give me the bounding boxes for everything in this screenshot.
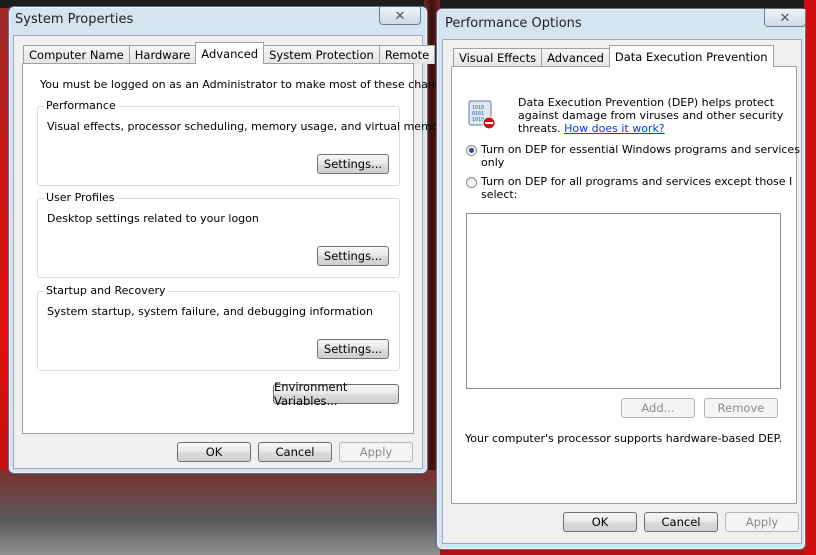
- svg-text:1010: 1010: [472, 117, 484, 123]
- user-profiles-settings-button[interactable]: Settings...: [317, 246, 389, 266]
- tab-system-protection[interactable]: System Protection: [263, 45, 380, 64]
- startup-recovery-label: Startup and Recovery: [44, 284, 168, 297]
- close-icon: ✕: [779, 9, 791, 25]
- tab-advanced[interactable]: Advanced: [541, 48, 610, 67]
- apply-button[interactable]: Apply: [339, 442, 413, 462]
- performance-desc: Visual effects, processor scheduling, me…: [47, 120, 450, 133]
- performance-options-window: Performance Options ✕ Visual Effects Adv…: [436, 8, 806, 550]
- close-button[interactable]: ✕: [764, 9, 806, 27]
- all-programs-label-line2[interactable]: select:: [481, 188, 517, 201]
- startup-recovery-group: Startup and Recovery System startup, sys…: [37, 284, 400, 371]
- window-title: Performance Options: [445, 16, 582, 31]
- dep-intro-threats: threats.: [518, 122, 561, 135]
- advanced-panel: You must be logged on as an Administrato…: [22, 63, 458, 434]
- environment-variables-button[interactable]: Environment Variables...: [273, 380, 399, 408]
- essential-only-radio[interactable]: [466, 145, 477, 156]
- essential-only-label-line2[interactable]: only: [481, 156, 504, 169]
- dep-shield-icon: 1010 0101 1010: [466, 99, 498, 131]
- dep-intro-line3: threats. How does it work?: [518, 122, 665, 135]
- tab-hardware[interactable]: Hardware: [128, 45, 197, 64]
- tab-strip: Visual Effects Advanced Data Execution P…: [453, 45, 774, 67]
- close-button[interactable]: ✕: [379, 7, 421, 25]
- all-programs-label-line1[interactable]: Turn on DEP for all programs and service…: [481, 175, 792, 188]
- dep-panel: 1010 0101 1010 Data Execution Prevention…: [451, 66, 800, 504]
- desktop-bottom: [0, 470, 440, 555]
- tab-visual-effects[interactable]: Visual Effects: [453, 48, 543, 67]
- system-properties-window: System Properties ✕ Computer Name Hardwa…: [8, 6, 458, 474]
- add-button[interactable]: Add...: [621, 398, 695, 418]
- close-icon: ✕: [394, 7, 406, 23]
- startup-recovery-settings-button[interactable]: Settings...: [317, 339, 389, 359]
- dep-intro-line1: Data Execution Prevention (DEP) helps pr…: [518, 96, 775, 109]
- user-profiles-label: User Profiles: [44, 191, 117, 204]
- user-profiles-group: User Profiles Desktop settings related t…: [37, 191, 400, 278]
- user-profiles-desc: Desktop settings related to your logon: [47, 212, 259, 225]
- tab-strip: Computer Name Hardware Advanced System P…: [23, 42, 436, 64]
- startup-recovery-desc: System startup, system failure, and debu…: [47, 305, 373, 318]
- tab-data-execution-prevention[interactable]: Data Execution Prevention: [608, 45, 774, 67]
- how-does-it-work-link[interactable]: How does it work?: [564, 122, 665, 135]
- performance-label: Performance: [44, 99, 118, 112]
- hardware-dep-note: Your computer's processor supports hardw…: [465, 432, 783, 445]
- cancel-button[interactable]: Cancel: [258, 442, 332, 462]
- performance-settings-button[interactable]: Settings...: [317, 154, 389, 174]
- tab-computer-name[interactable]: Computer Name: [23, 45, 130, 64]
- apply-button[interactable]: Apply: [725, 512, 799, 532]
- dep-intro-line2: against damage from viruses and other se…: [518, 109, 784, 122]
- all-programs-radio[interactable]: [466, 177, 477, 188]
- ok-button[interactable]: OK: [177, 442, 251, 462]
- window-title: System Properties: [15, 12, 134, 27]
- remove-button[interactable]: Remove: [704, 398, 778, 418]
- admin-note: You must be logged on as an Administrato…: [40, 78, 458, 91]
- essential-only-label-line1[interactable]: Turn on DEP for essential Windows progra…: [481, 143, 800, 156]
- tab-advanced[interactable]: Advanced: [195, 42, 265, 64]
- exceptions-listbox[interactable]: [466, 213, 781, 389]
- performance-group: Performance Visual effects, processor sc…: [37, 99, 450, 186]
- ok-button[interactable]: OK: [563, 512, 637, 532]
- cancel-button[interactable]: Cancel: [644, 512, 718, 532]
- tab-remote[interactable]: Remote: [378, 45, 436, 64]
